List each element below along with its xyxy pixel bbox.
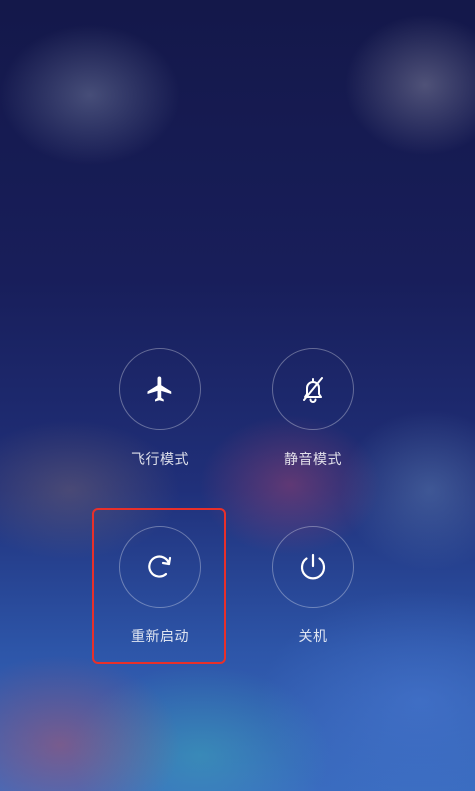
silent-mode-button[interactable] — [272, 348, 354, 430]
blurred-wallpaper — [0, 0, 475, 791]
airplane-icon — [145, 374, 175, 404]
restart-icon — [143, 550, 177, 584]
power-off-label: 关机 — [298, 629, 328, 645]
silent-mode-label: 静音模式 — [284, 452, 342, 468]
restart-label: 重新启动 — [131, 629, 189, 645]
bell-off-icon — [297, 373, 329, 405]
restart-button[interactable] — [119, 526, 201, 608]
power-off-button[interactable] — [272, 526, 354, 608]
airplane-mode-button[interactable] — [119, 348, 201, 430]
power-icon — [295, 549, 331, 585]
airplane-mode-label: 飞行模式 — [131, 452, 189, 468]
